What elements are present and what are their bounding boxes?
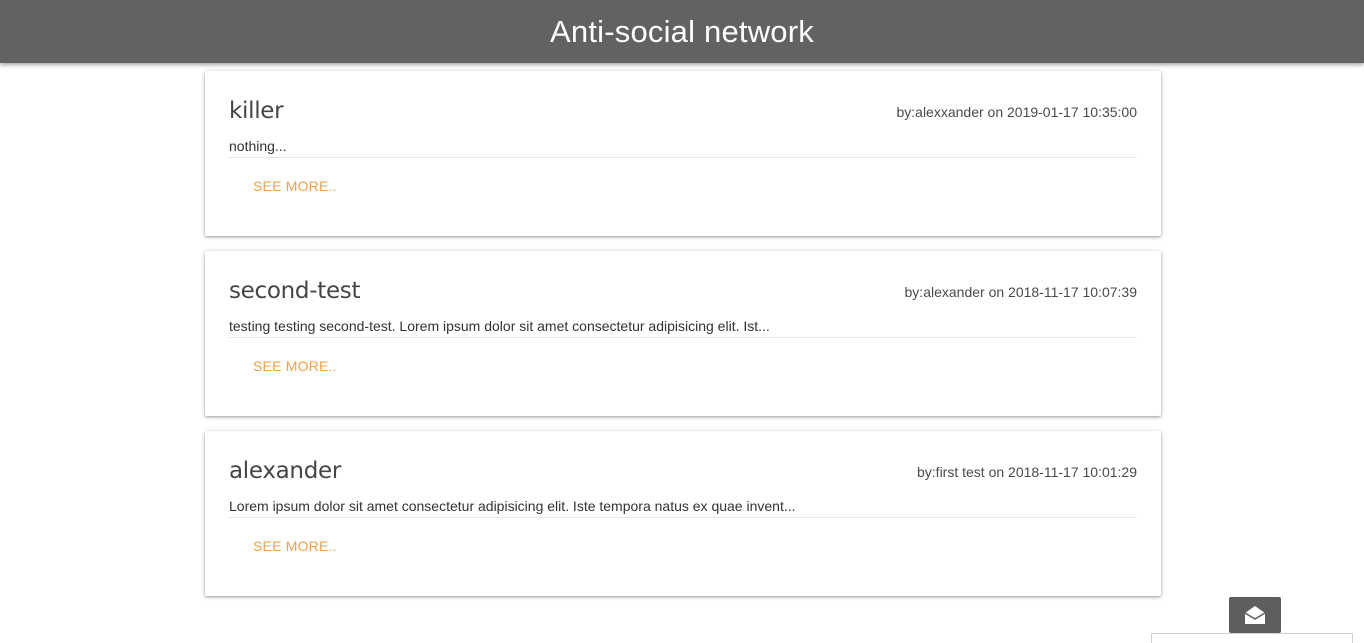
post-meta: by:alexander on 2018-11-17 10:07:39 (904, 284, 1137, 300)
see-more-button[interactable]: SEE MORE.. (253, 358, 337, 374)
app-title: Anti-social network (550, 13, 814, 49)
post-meta: by:alexxander on 2019-01-17 10:35:00 (896, 104, 1137, 120)
post-excerpt: Lorem ipsum dolor sit amet consectetur a… (229, 498, 796, 514)
see-more-button[interactable]: SEE MORE.. (253, 538, 337, 554)
card-divider (229, 157, 1137, 158)
post-excerpt: nothing... (229, 138, 287, 154)
post-meta: by:first test on 2018-11-17 10:01:29 (917, 464, 1137, 480)
post-excerpt: testing testing second-test. Lorem ipsum… (229, 318, 770, 334)
post-card: killer by:alexxander on 2019-01-17 10:35… (205, 71, 1161, 236)
see-more-button[interactable]: SEE MORE.. (253, 178, 337, 194)
post-card: second-test by:alexander on 2018-11-17 1… (205, 251, 1161, 416)
app-header: Anti-social network (0, 0, 1364, 63)
chat-panel-edge[interactable] (1151, 633, 1353, 643)
post-title: alexander (229, 458, 342, 484)
post-title: killer (229, 98, 284, 124)
post-card: alexander by:first test on 2018-11-17 10… (205, 431, 1161, 596)
messages-button[interactable] (1229, 597, 1281, 633)
open-envelope-icon (1244, 606, 1266, 624)
post-title: second-test (229, 278, 361, 304)
card-divider (229, 517, 1137, 518)
card-divider (229, 337, 1137, 338)
